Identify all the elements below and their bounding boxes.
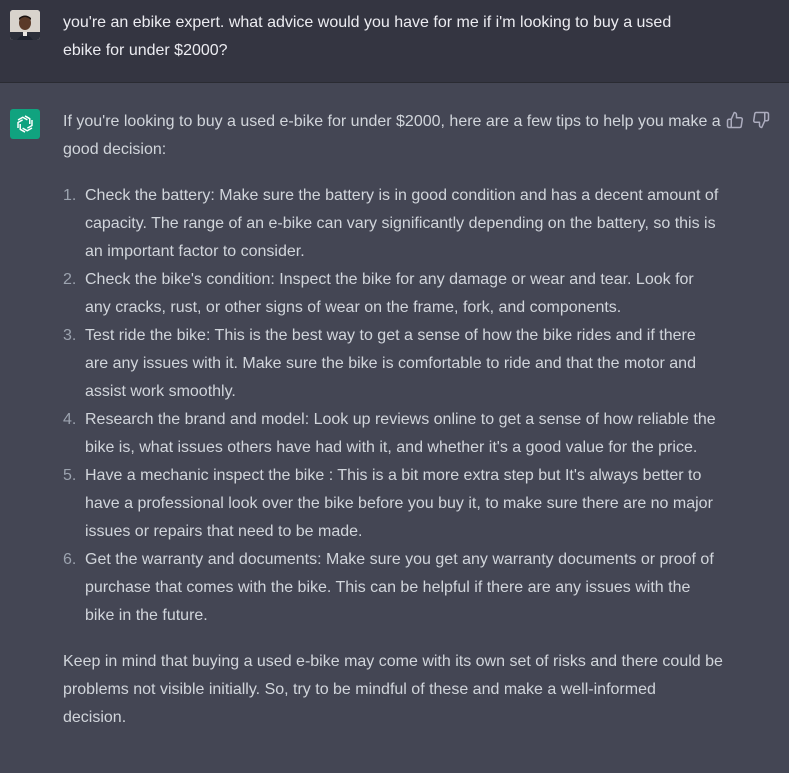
list-item-text: Test ride the bike: This is the best way… [85,327,696,400]
assistant-message-row: If you're looking to buy a used e-bike f… [0,83,789,773]
list-item-text: Have a mechanic inspect the bike : This … [85,467,713,540]
feedback-buttons [726,111,770,129]
list-item: 6. Get the warranty and documents: Make s… [63,546,723,630]
assistant-message-content: If you're looking to buy a used e-bike f… [63,108,723,732]
assistant-closing: Keep in mind that buying a used e-bike m… [63,653,723,726]
list-item: 1. Check the battery: Make sure the batte… [63,182,723,266]
assistant-intro: If you're looking to buy a used e-bike f… [63,113,721,158]
list-number: 3. [63,327,77,344]
list-item-text: Check the bike's condition: Inspect the … [85,271,694,316]
user-avatar [10,10,40,40]
list-item: 3. Test ride the bike: This is the best w… [63,322,723,406]
user-message-row: you're an ebike expert. what advice woul… [0,0,789,83]
list-number: 2. [63,271,77,288]
list-number: 5. [63,467,77,484]
openai-logo-icon [10,109,40,139]
list-item: 5. Have a mechanic inspect the bike : Thi… [63,462,723,546]
thumbs-down-icon[interactable] [752,111,770,129]
list-item-text: Research the brand and model: Look up re… [85,411,716,456]
list-item: 2. Check the bike's condition: Inspect th… [63,266,723,322]
user-message-text: you're an ebike expert. what advice woul… [63,14,672,59]
list-number: 4. [63,411,77,428]
tips-list: 1. Check the battery: Make sure the batte… [63,182,723,630]
thumbs-up-icon[interactable] [726,111,744,129]
list-item-text: Get the warranty and documents: Make sur… [85,551,714,624]
list-item-text: Check the battery: Make sure the battery… [85,187,719,260]
list-number: 6. [63,551,77,568]
list-item: 4. Research the brand and model: Look up … [63,406,723,462]
list-number: 1. [63,187,77,204]
